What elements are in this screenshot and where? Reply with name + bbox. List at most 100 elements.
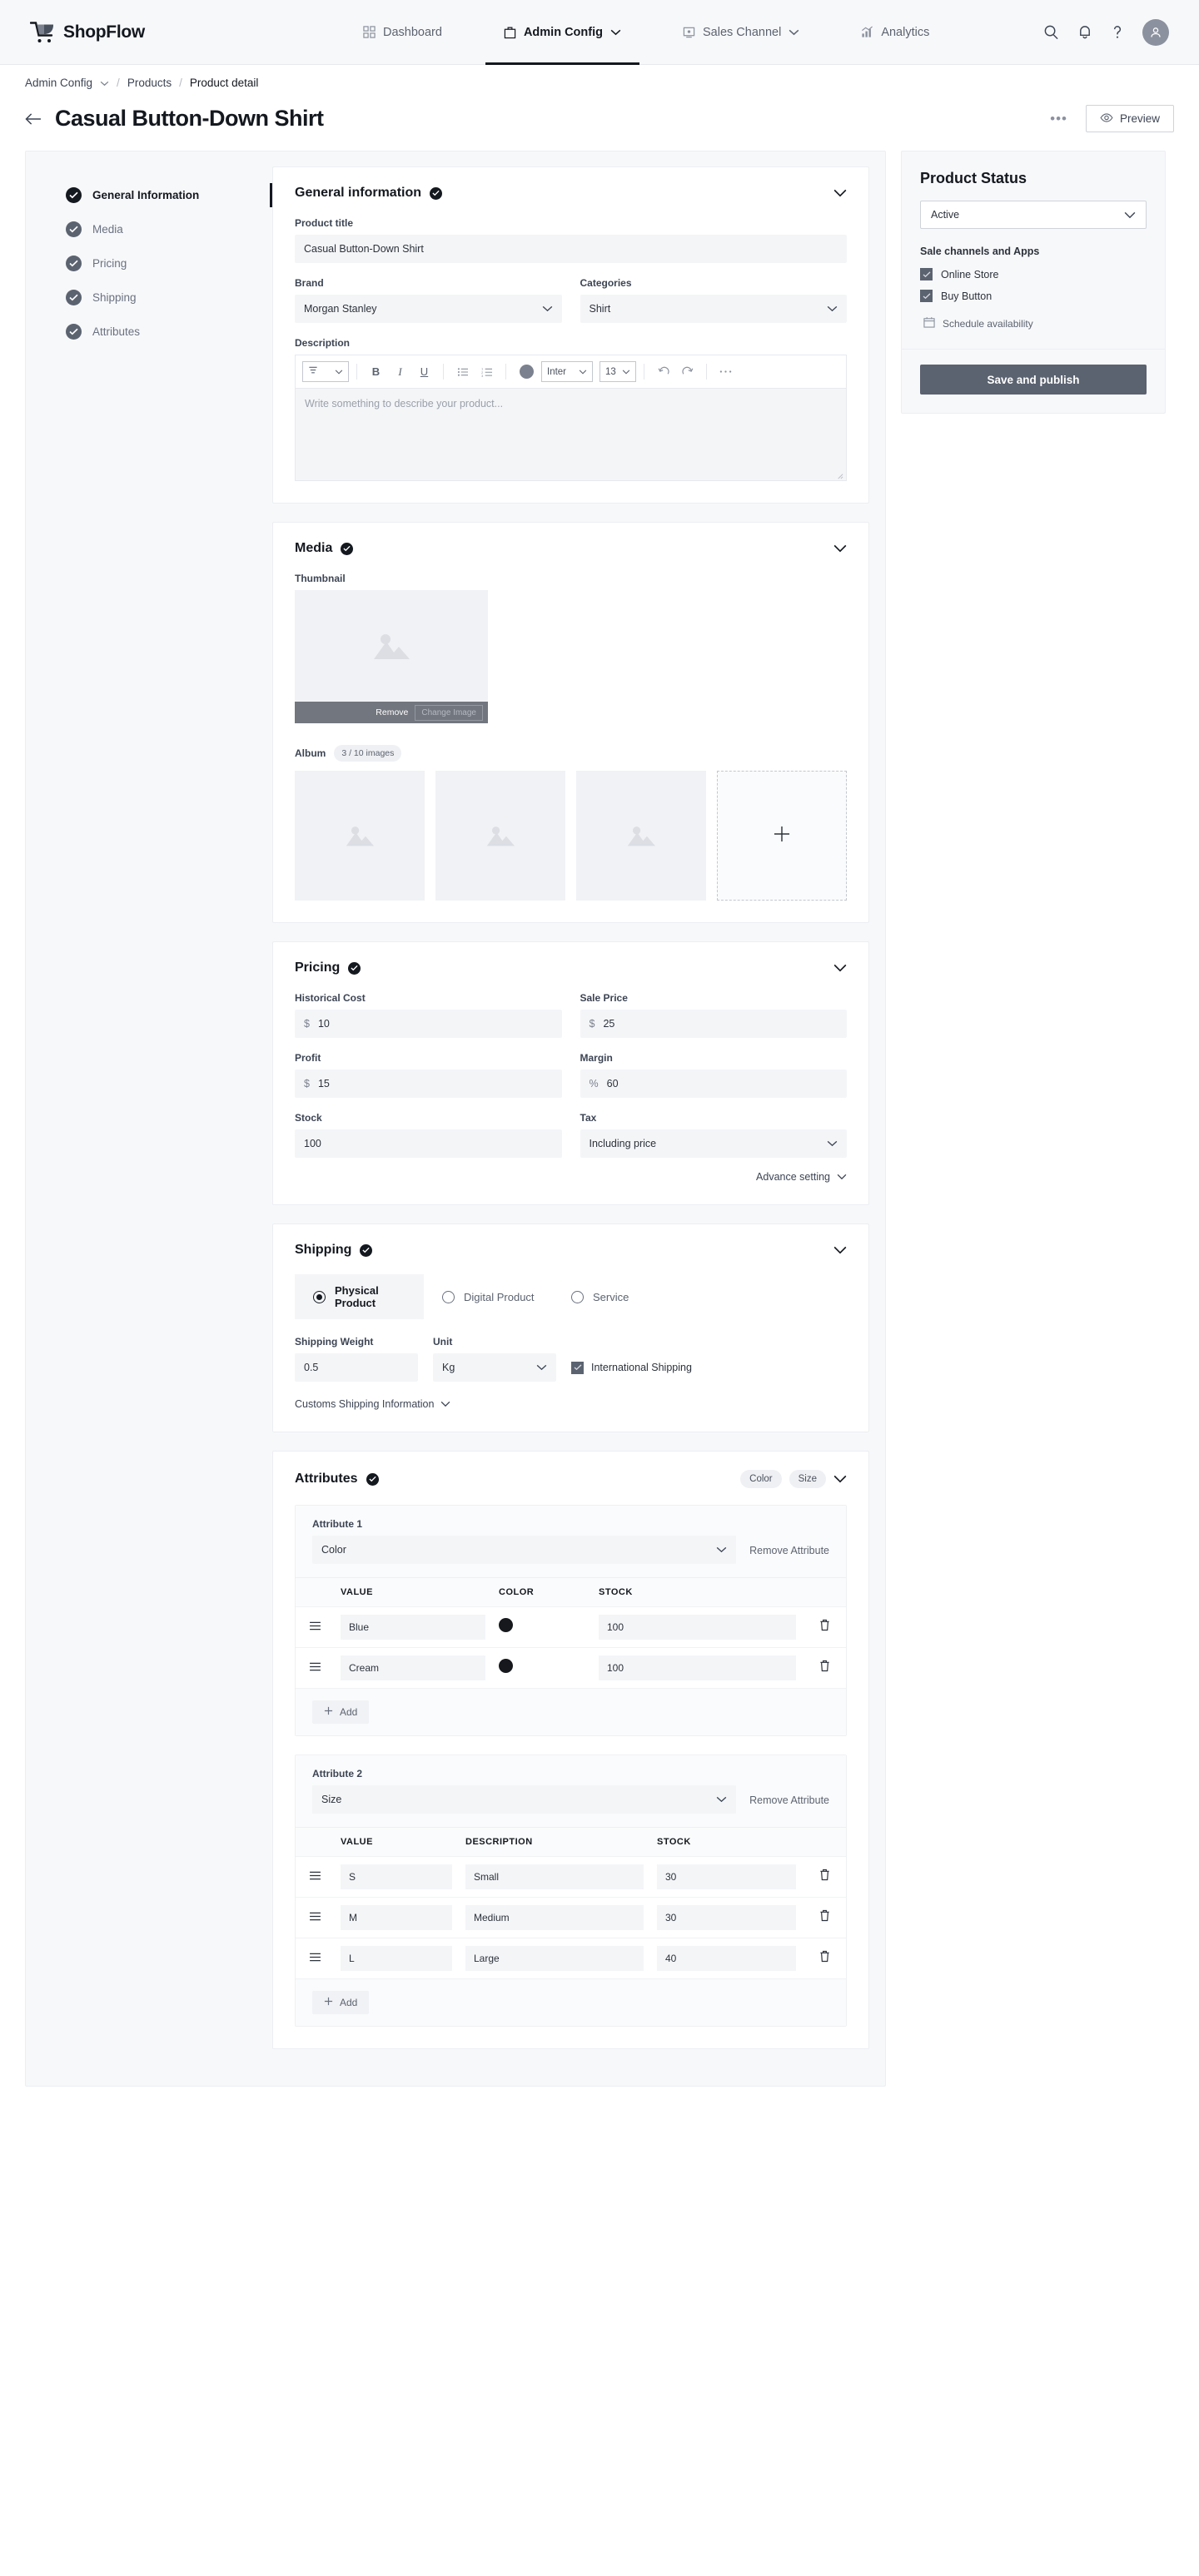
add-attribute-value-button[interactable]: Add xyxy=(312,1700,370,1724)
search-icon[interactable] xyxy=(1043,24,1059,40)
attribute-description-input[interactable]: Small xyxy=(465,1864,644,1889)
remove-attribute-button[interactable]: Remove Attribute xyxy=(749,1545,829,1564)
paragraph-style-select[interactable] xyxy=(302,361,349,382)
breadcrumb-item-products[interactable]: Products xyxy=(127,77,172,89)
undo-icon[interactable] xyxy=(652,360,674,383)
delete-row-icon[interactable] xyxy=(819,1950,830,1963)
numbered-list-icon[interactable]: 1 2 3 xyxy=(475,360,498,383)
avatar[interactable] xyxy=(1142,18,1169,46)
underline-button[interactable]: U xyxy=(413,360,435,383)
channel-checkbox-online-store[interactable]: Online Store xyxy=(920,268,1147,280)
collapse-section-button[interactable] xyxy=(833,964,847,972)
historical-cost-input[interactable]: $ 10 xyxy=(295,1010,562,1038)
breadcrumb-item-admin-config[interactable]: Admin Config xyxy=(25,77,92,89)
step-pricing[interactable]: Pricing xyxy=(26,246,272,280)
drag-handle-icon[interactable] xyxy=(309,1662,321,1671)
collapse-section-button[interactable] xyxy=(833,1475,847,1483)
nav-item-dashboard[interactable]: Dashboard xyxy=(345,0,460,65)
sale-price-input[interactable]: $ 25 xyxy=(580,1010,847,1038)
attribute-description-input[interactable]: Medium xyxy=(465,1905,644,1930)
nav-item-analytics[interactable]: Analytics xyxy=(843,0,948,65)
radio-service[interactable]: Service xyxy=(553,1274,682,1319)
album-item[interactable] xyxy=(576,771,706,901)
color-swatch[interactable] xyxy=(499,1618,513,1632)
add-image-button[interactable] xyxy=(717,771,847,901)
attribute-value-input[interactable]: S xyxy=(341,1864,452,1889)
delete-row-icon[interactable] xyxy=(819,1619,830,1631)
nav-item-sales-channel[interactable]: Sales Channel xyxy=(664,0,818,65)
attribute-value-input[interactable]: L xyxy=(341,1946,452,1971)
shipping-weight-input[interactable]: 0.5 xyxy=(295,1353,418,1382)
thumbnail-uploader[interactable]: Remove Change Image xyxy=(295,590,488,723)
attribute-value-input[interactable]: Blue xyxy=(341,1615,485,1640)
save-and-publish-button[interactable]: Save and publish xyxy=(920,365,1147,395)
attribute-type-select[interactable]: Size xyxy=(312,1785,737,1814)
attribute-stock-input[interactable]: 100 xyxy=(599,1615,796,1640)
categories-select[interactable]: Shirt xyxy=(580,295,847,323)
font-family-select[interactable]: Inter xyxy=(541,361,593,382)
delete-row-icon[interactable] xyxy=(819,1869,830,1881)
radio-physical-product[interactable]: Physical Product xyxy=(295,1274,424,1319)
attribute-pill-size[interactable]: Size xyxy=(789,1470,826,1488)
attribute-pill-color[interactable]: Color xyxy=(740,1470,782,1488)
bold-button[interactable]: B xyxy=(365,360,387,383)
remove-thumbnail-button[interactable]: Remove xyxy=(376,707,408,717)
attribute-description-input[interactable]: Large xyxy=(465,1946,644,1971)
drag-handle-icon[interactable] xyxy=(309,1912,321,1921)
drag-handle-icon[interactable] xyxy=(309,1871,321,1880)
more-horizontal-icon[interactable] xyxy=(714,360,737,383)
customs-shipping-toggle[interactable]: Customs Shipping Information xyxy=(295,1398,847,1410)
step-general-information[interactable]: General Information xyxy=(26,178,272,212)
step-attributes[interactable]: Attributes xyxy=(26,315,272,349)
attribute-type-select[interactable]: Color xyxy=(312,1536,737,1564)
nav-item-admin-config[interactable]: Admin Config xyxy=(485,0,640,65)
album-item[interactable] xyxy=(435,771,565,901)
step-media[interactable]: Media xyxy=(26,212,272,246)
add-attribute-value-button[interactable]: Add xyxy=(312,1991,370,2014)
resize-handle-icon[interactable] xyxy=(836,470,843,479)
attribute-stock-input[interactable]: 40 xyxy=(657,1946,796,1971)
brand-logo[interactable]: ShopFlow xyxy=(29,21,265,43)
margin-input[interactable]: % 60 xyxy=(580,1070,847,1098)
remove-attribute-button[interactable]: Remove Attribute xyxy=(749,1794,829,1814)
step-shipping[interactable]: Shipping xyxy=(26,280,272,315)
attribute-stock-input[interactable]: 30 xyxy=(657,1864,796,1889)
product-status-select[interactable]: Active xyxy=(920,201,1147,229)
drag-handle-icon[interactable] xyxy=(309,1953,321,1962)
description-textarea[interactable]: Write something to describe your product… xyxy=(295,388,847,481)
radio-digital-product[interactable]: Digital Product xyxy=(424,1274,553,1319)
font-size-select[interactable]: 13 xyxy=(600,361,636,382)
help-icon[interactable] xyxy=(1111,24,1124,40)
product-title-input[interactable]: Casual Button-Down Shirt xyxy=(295,235,847,263)
color-swatch[interactable] xyxy=(499,1659,513,1673)
bullet-list-icon[interactable] xyxy=(451,360,474,383)
channel-checkbox-buy-button[interactable]: Buy Button xyxy=(920,290,1147,302)
schedule-availability-button[interactable]: Schedule availability xyxy=(920,311,1147,330)
advance-setting-toggle[interactable]: Advance setting xyxy=(756,1171,847,1183)
brand-select[interactable]: Morgan Stanley xyxy=(295,295,562,323)
album-item[interactable] xyxy=(295,771,425,901)
preview-button[interactable]: Preview xyxy=(1085,105,1174,132)
redo-icon[interactable] xyxy=(676,360,699,383)
collapse-section-button[interactable] xyxy=(833,544,847,553)
unit-select[interactable]: Kg xyxy=(433,1353,556,1382)
stock-input[interactable]: 100 xyxy=(295,1129,562,1158)
text-color-swatch[interactable] xyxy=(520,365,534,379)
attribute-value-input[interactable]: Cream xyxy=(341,1655,485,1680)
collapse-section-button[interactable] xyxy=(833,189,847,197)
attribute-value-input[interactable]: M xyxy=(341,1905,452,1930)
profit-input[interactable]: $ 15 xyxy=(295,1070,562,1098)
delete-row-icon[interactable] xyxy=(819,1909,830,1922)
more-options-button[interactable]: ••• xyxy=(1050,112,1067,126)
delete-row-icon[interactable] xyxy=(819,1660,830,1672)
arrow-left-icon[interactable] xyxy=(25,112,48,126)
change-image-button[interactable]: Change Image xyxy=(415,704,483,721)
bell-icon[interactable] xyxy=(1077,24,1092,40)
attribute-stock-input[interactable]: 30 xyxy=(657,1905,796,1930)
italic-button[interactable]: I xyxy=(389,360,411,383)
tax-select[interactable]: Including price xyxy=(580,1129,847,1158)
international-shipping-checkbox[interactable]: International Shipping xyxy=(571,1353,692,1382)
drag-handle-icon[interactable] xyxy=(309,1621,321,1630)
collapse-section-button[interactable] xyxy=(833,1246,847,1254)
attribute-stock-input[interactable]: 100 xyxy=(599,1655,796,1680)
